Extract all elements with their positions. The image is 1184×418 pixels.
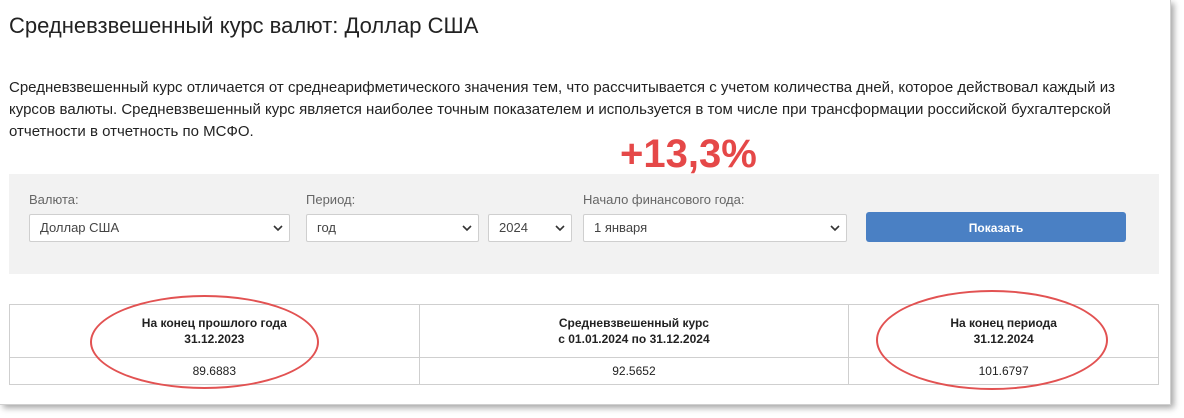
chevron-down-icon xyxy=(462,225,472,232)
page-title: Средневзвешенный курс валют: Доллар США xyxy=(9,13,479,38)
value-weighted-rate: 92.5652 xyxy=(418,357,850,385)
chevron-down-icon xyxy=(830,225,840,232)
currency-label: Валюта: xyxy=(29,192,79,207)
header-label: Средневзвешенный курс xyxy=(558,316,709,330)
year-select-value: 2024 xyxy=(499,220,528,235)
period-select[interactable]: год xyxy=(306,214,479,242)
period-label: Период: xyxy=(306,192,356,207)
chevron-down-icon xyxy=(555,225,565,232)
page-description: Средневзвешенный курс отличается от сред… xyxy=(9,79,1116,140)
header-label: На конец периода xyxy=(950,316,1057,330)
chevron-down-icon xyxy=(273,225,283,232)
table-row: 89.6883 92.5652 101.6797 xyxy=(9,357,1159,385)
fiscal-year-label: Начало финансового года: xyxy=(583,192,745,207)
value-period-end: 101.6797 xyxy=(848,357,1159,385)
currency-select[interactable]: Доллар США xyxy=(29,214,290,242)
header-date: 31.12.2024 xyxy=(973,332,1034,346)
show-button[interactable]: Показать xyxy=(866,212,1126,242)
header-date: с 01.01.2024 по 31.12.2024 xyxy=(558,332,710,346)
fiscal-year-select[interactable]: 1 января xyxy=(583,214,847,242)
year-select[interactable]: 2024 xyxy=(488,214,572,242)
currency-select-value: Доллар США xyxy=(40,220,120,235)
value-prev-year-end: 89.6883 xyxy=(9,357,420,385)
header-cell-prev-year-end: На конец прошлого года 31.12.2023 xyxy=(9,304,420,358)
period-select-value: год xyxy=(317,220,336,235)
results-table: На конец прошлого года 31.12.2023 Средне… xyxy=(9,304,1159,385)
content-card: Средневзвешенный курс валют: Доллар США … xyxy=(0,0,1171,405)
header-cell-weighted-rate: Средневзвешенный курс с 01.01.2024 по 31… xyxy=(418,304,850,358)
table-header-row: На конец прошлого года 31.12.2023 Средне… xyxy=(9,304,1159,358)
fiscal-year-select-value: 1 января xyxy=(594,220,648,235)
header-cell-period-end: На конец периода 31.12.2024 xyxy=(848,304,1159,358)
header-label: На конец прошлого года xyxy=(141,316,287,330)
filter-panel: Валюта: Доллар США Период: год 2024 Нача… xyxy=(9,174,1159,274)
header-date: 31.12.2023 xyxy=(184,332,245,346)
change-percent-annotation: +13,3% xyxy=(620,132,757,176)
